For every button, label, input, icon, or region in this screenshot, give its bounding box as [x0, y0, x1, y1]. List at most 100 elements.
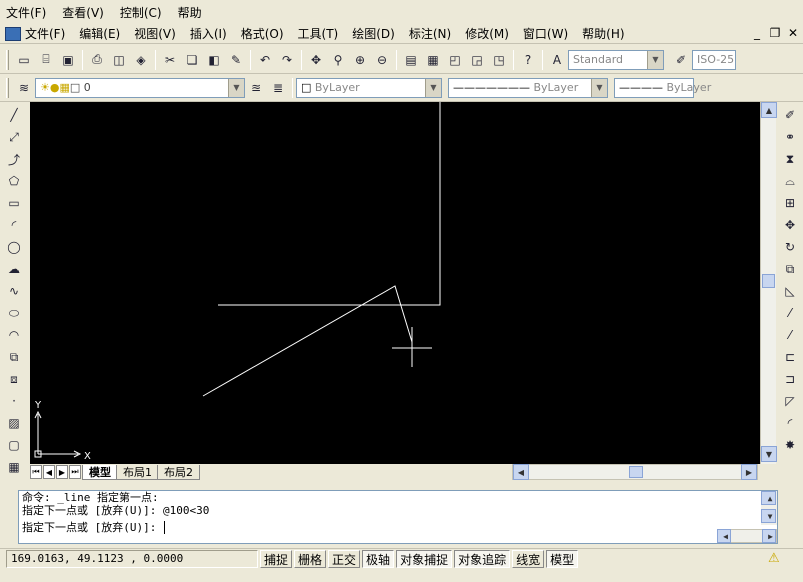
ellipse-icon[interactable]: ⬭: [2, 302, 26, 324]
mirror-icon[interactable]: ⧗: [778, 148, 802, 170]
snap-toggle[interactable]: 捕捉: [260, 550, 293, 568]
cmd-scroll-left-icon[interactable]: ◀: [717, 529, 731, 543]
menu-control-top[interactable]: 控制(C): [120, 4, 162, 21]
menu-draw[interactable]: 绘图(D): [352, 25, 395, 42]
markup-icon[interactable]: ◳: [488, 49, 510, 71]
menu-help[interactable]: 帮助(H): [582, 25, 624, 42]
stretch-icon[interactable]: ◺: [778, 280, 802, 302]
tool-palettes-icon[interactable]: ◰: [444, 49, 466, 71]
open-file-icon[interactable]: ⌸: [35, 49, 57, 71]
layer-select[interactable]: ☀ ● ▦ □ 0 ▼: [35, 77, 245, 98]
model-toggle[interactable]: 模型: [546, 550, 579, 568]
menu-format[interactable]: 格式(O): [241, 25, 284, 42]
cut-icon[interactable]: ✂: [159, 49, 181, 71]
menu-view[interactable]: 视图(V): [134, 25, 176, 42]
revision-cloud-icon[interactable]: ☁: [2, 258, 26, 280]
menu-modify[interactable]: 修改(M): [465, 25, 509, 42]
layer-manager-icon[interactable]: ≋: [13, 77, 35, 99]
horizontal-scroll-thumb[interactable]: [629, 466, 643, 478]
scale-icon[interactable]: ⧉: [778, 258, 802, 280]
drawing-canvas[interactable]: Y X: [30, 102, 760, 464]
grid-toggle[interactable]: 栅格: [294, 550, 327, 568]
cmd-scroll-down-icon[interactable]: ▼: [761, 509, 776, 523]
menu-file-top[interactable]: 文件(F): [6, 4, 46, 21]
last-tab-icon[interactable]: ⏭: [69, 465, 81, 479]
insert-block-icon[interactable]: ⧉: [2, 346, 26, 368]
trim-icon[interactable]: ⁄: [778, 302, 802, 324]
polar-toggle[interactable]: 极轴: [362, 550, 395, 568]
cmd-scroll-up-icon[interactable]: ▲: [761, 491, 776, 505]
minimize-icon[interactable]: _: [750, 26, 764, 40]
spline-icon[interactable]: ∿: [2, 280, 26, 302]
prev-tab-icon[interactable]: ◀: [43, 465, 55, 479]
menu-dimension[interactable]: 标注(N): [409, 25, 451, 42]
layer-previous-icon[interactable]: ≣: [267, 77, 289, 99]
scroll-down-icon[interactable]: ▼: [761, 446, 777, 462]
menu-edit[interactable]: 编辑(E): [79, 25, 120, 42]
zoom-window-icon[interactable]: ⊕: [349, 49, 371, 71]
make-current-layer-icon[interactable]: ≊: [245, 77, 267, 99]
print-icon[interactable]: ⎙: [86, 49, 108, 71]
move-icon[interactable]: ✥: [778, 214, 802, 236]
redo-icon[interactable]: ↷: [276, 49, 298, 71]
hatch-icon[interactable]: ▨: [2, 412, 26, 434]
properties-icon[interactable]: ▤: [400, 49, 422, 71]
copy-icon[interactable]: ❏: [181, 49, 203, 71]
command-window[interactable]: 命令: _line 指定第一点: 指定下一点或 [放弃(U)]: @100<30…: [18, 490, 778, 544]
osnap-toggle[interactable]: 对象捕捉: [396, 550, 453, 568]
linetype-select[interactable]: ——————— ByLayer ▼: [448, 77, 608, 98]
horizontal-scrollbar[interactable]: ◀ ▶: [512, 464, 758, 480]
dim-style-select[interactable]: ISO-25: [692, 49, 736, 70]
app-document-icon[interactable]: [5, 26, 21, 41]
zoom-previous-icon[interactable]: ⊖: [371, 49, 393, 71]
communication-center-icon[interactable]: ⚠: [768, 551, 780, 566]
extend-icon[interactable]: ⁄: [778, 324, 802, 346]
text-style-icon[interactable]: A: [546, 49, 568, 71]
publish-icon[interactable]: ◈: [130, 49, 152, 71]
restore-icon[interactable]: ❐: [768, 26, 782, 40]
erase-icon[interactable]: ✐: [778, 104, 802, 126]
design-center-icon[interactable]: ▦: [422, 49, 444, 71]
help-icon[interactable]: ?: [517, 49, 539, 71]
color-select[interactable]: □ ByLayer ▼: [296, 77, 442, 98]
tab-layout2[interactable]: 布局2: [157, 464, 200, 480]
line-icon[interactable]: ╱: [2, 104, 26, 126]
menu-window[interactable]: 窗口(W): [523, 25, 568, 42]
break-icon[interactable]: ⊐: [778, 368, 802, 390]
arc-icon[interactable]: ◜: [2, 214, 26, 236]
zoom-realtime-icon[interactable]: ⚲: [327, 49, 349, 71]
close-icon[interactable]: ✕: [786, 26, 800, 40]
menu-view-top[interactable]: 查看(V): [62, 4, 104, 21]
construction-line-icon[interactable]: ⤢: [2, 126, 26, 148]
command-vertical-scrollbar[interactable]: ▲ ▼: [761, 491, 777, 525]
break-at-point-icon[interactable]: ⊏: [778, 346, 802, 368]
first-tab-icon[interactable]: ⏮: [30, 465, 42, 479]
scroll-left-icon[interactable]: ◀: [513, 464, 529, 480]
command-prompt-line[interactable]: 指定下一点或 [放弃(U)]:: [19, 521, 777, 534]
vertical-scroll-thumb[interactable]: [762, 274, 775, 288]
table-icon[interactable]: ▦: [2, 456, 26, 478]
tab-model[interactable]: 模型: [82, 464, 118, 480]
new-file-icon[interactable]: ▭: [13, 49, 35, 71]
explode-icon[interactable]: ✸: [778, 434, 802, 456]
rectangle-icon[interactable]: ▭: [2, 192, 26, 214]
menu-insert[interactable]: 插入(I): [190, 25, 227, 42]
lineweight-toggle[interactable]: 线宽: [512, 550, 545, 568]
match-properties-icon[interactable]: ✎: [225, 49, 247, 71]
save-icon[interactable]: ▣: [57, 49, 79, 71]
menu-help-top[interactable]: 帮助: [178, 4, 202, 21]
polyline-icon[interactable]: ⤴: [2, 148, 26, 170]
polygon-icon[interactable]: ⬠: [2, 170, 26, 192]
region-icon[interactable]: ▢: [2, 434, 26, 456]
circle-icon[interactable]: ◯: [2, 236, 26, 258]
paste-icon[interactable]: ◧: [203, 49, 225, 71]
copy-object-icon[interactable]: ⚭: [778, 126, 802, 148]
ellipse-arc-icon[interactable]: ◠: [2, 324, 26, 346]
array-icon[interactable]: ⊞: [778, 192, 802, 214]
menu-file[interactable]: 文件(F): [25, 25, 65, 42]
rotate-icon[interactable]: ↻: [778, 236, 802, 258]
scroll-up-icon[interactable]: ▲: [761, 102, 777, 118]
sheet-set-icon[interactable]: ◲: [466, 49, 488, 71]
scroll-right-icon[interactable]: ▶: [741, 464, 757, 480]
vertical-scrollbar[interactable]: ▲ ▼: [760, 102, 777, 464]
